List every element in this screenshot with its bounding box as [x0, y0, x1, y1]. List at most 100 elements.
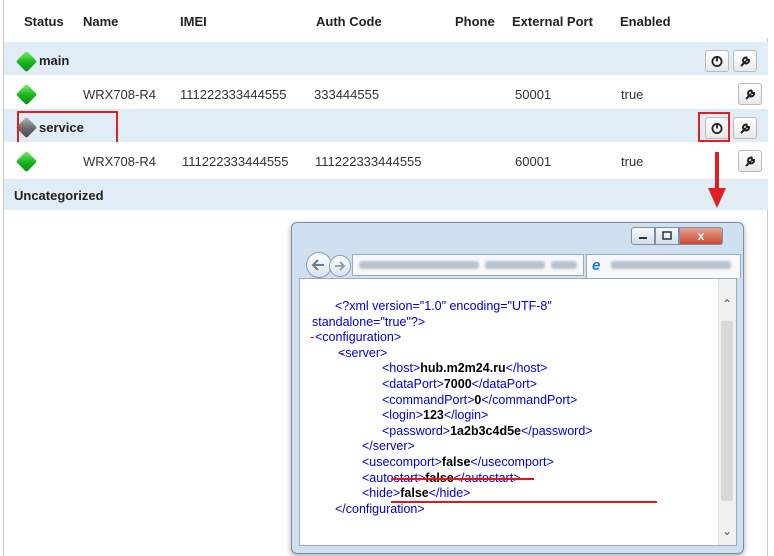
- address-bar[interactable]: [352, 254, 584, 276]
- highlight-power-button: [698, 112, 730, 142]
- ie-icon: e: [592, 257, 601, 274]
- status-green-icon: [15, 50, 38, 73]
- blurred-address-text: [551, 261, 577, 269]
- back-arrow-icon: [311, 259, 324, 271]
- wrench-icon: [740, 123, 750, 134]
- column-header-external-port[interactable]: External Port: [512, 14, 593, 29]
- maximize-button[interactable]: [655, 227, 679, 245]
- xml-line: <login>123</login>: [382, 408, 488, 422]
- group-row-uncategorized[interactable]: Uncategorized: [4, 180, 768, 210]
- xml-line: </configuration>: [335, 502, 425, 516]
- collapse-toggle[interactable]: -: [340, 346, 344, 360]
- xml-close-tag: </password>: [521, 423, 593, 438]
- column-header-phone[interactable]: Phone: [455, 14, 495, 29]
- power-icon: [711, 56, 723, 67]
- scroll-down-icon[interactable]: ⌄: [722, 524, 732, 538]
- device-auth-code: 111222333444555: [315, 154, 422, 169]
- xml-close-tag: </usecomport>: [470, 455, 554, 469]
- column-header-imei[interactable]: IMEI: [180, 14, 207, 29]
- close-icon: x: [697, 229, 705, 243]
- xml-value: hub.m2m24.ru: [420, 361, 506, 376]
- minimize-icon: [639, 237, 647, 239]
- device-enabled: true: [621, 87, 644, 102]
- xml-open-tag: </configuration>: [335, 501, 425, 516]
- browser-tab[interactable]: e: [586, 254, 741, 278]
- xml-open-tag: <host>: [382, 361, 421, 376]
- xml-line: standalone="true"?>: [312, 315, 425, 329]
- xml-value: false: [400, 486, 429, 501]
- settings-button[interactable]: [738, 83, 762, 105]
- vertical-scrollbar[interactable]: ⌃ ⌄: [718, 279, 736, 545]
- table-header: Status Name IMEI Auth Code Phone Externa…: [4, 0, 768, 38]
- device-external-port: 50001: [515, 87, 552, 102]
- arrow-down-icon: [708, 152, 726, 208]
- xml-line: - <server>: [338, 346, 387, 360]
- xml-line: </server>: [362, 439, 415, 453]
- xml-close-tag: </host>: [505, 361, 548, 376]
- xml-value: 7000: [443, 377, 472, 391]
- xml-open-tag: <configuration>: [315, 330, 402, 345]
- xml-open-tag: <?xml version="1.0" encoding="UTF-8": [335, 299, 552, 313]
- device-name: WRX708-R4: [83, 87, 156, 102]
- xml-content[interactable]: <?xml version="1.0" encoding="UTF-8" stan…: [299, 278, 737, 546]
- settings-button[interactable]: [738, 150, 762, 172]
- collapse-toggle[interactable]: -: [310, 330, 314, 344]
- xml-line: <host>hub.m2m24.ru</host>: [382, 361, 547, 375]
- xml-open-tag: <commandPort>: [382, 392, 475, 407]
- device-enabled: true: [621, 154, 644, 169]
- xml-value: 123: [423, 408, 444, 423]
- xml-close-tag: </login>: [443, 408, 489, 423]
- settings-button[interactable]: [733, 50, 757, 72]
- xml-line: <dataPort>7000</dataPort>: [382, 377, 537, 391]
- xml-line: <usecomport>false</usecomport>: [362, 455, 554, 469]
- scroll-up-icon[interactable]: ⌃: [722, 297, 732, 311]
- column-header-name[interactable]: Name: [83, 14, 118, 29]
- device-external-port: 60001: [515, 154, 552, 169]
- highlight-service-group: [17, 111, 118, 145]
- blurred-tab-title: [611, 261, 731, 269]
- underline-login: [391, 478, 534, 480]
- close-button[interactable]: x: [679, 227, 723, 245]
- forward-button[interactable]: [329, 255, 351, 277]
- power-button[interactable]: [705, 50, 729, 72]
- xml-open-tag: <usecomport>: [362, 455, 442, 469]
- group-name: Uncategorized: [14, 188, 104, 203]
- blurred-address-text: [359, 261, 479, 269]
- xml-line: <commandPort>0</commandPort>: [382, 393, 577, 407]
- xml-open-tag: <password>: [382, 423, 451, 438]
- column-header-enabled[interactable]: Enabled: [620, 14, 671, 29]
- minimize-button[interactable]: [631, 227, 655, 245]
- device-auth-code: 333444555: [314, 87, 380, 102]
- table-row[interactable]: WRX708-R4 111222333444555 333444555 5000…: [4, 75, 768, 113]
- column-header-status[interactable]: Status: [24, 14, 64, 29]
- maximize-icon: [662, 231, 672, 240]
- xml-close-tag: </dataPort>: [471, 377, 537, 391]
- xml-line: <?xml version="1.0" encoding="UTF-8": [335, 299, 552, 313]
- device-name: WRX708-R4: [83, 154, 156, 169]
- group-name: main: [39, 53, 70, 68]
- blurred-address-text: [485, 261, 545, 269]
- xml-open-tag: <hide>: [362, 486, 401, 501]
- xml-open-tag: <login>: [382, 408, 424, 423]
- device-imei: 111222333444555: [182, 154, 289, 169]
- wrench-icon: [745, 89, 755, 100]
- xml-value: 1a2b3c4d5e: [450, 423, 521, 438]
- xml-open-tag: </server>: [362, 439, 415, 454]
- xml-line: - <configuration>: [310, 330, 402, 345]
- xml-open-tag: <server>: [338, 345, 388, 360]
- xml-line: <hide>false</hide>: [362, 486, 470, 500]
- column-header-auth-code[interactable]: Auth Code: [316, 14, 382, 29]
- xml-close-tag: </commandPort>: [481, 392, 578, 407]
- xml-open-tag: <dataPort>: [382, 377, 444, 391]
- wrench-icon: [740, 56, 750, 67]
- xml-line: <password>1a2b3c4d5e</password>: [382, 424, 593, 438]
- table-row[interactable]: WRX708-R4 111222333444555 11122233344455…: [4, 142, 768, 180]
- forward-arrow-icon: [335, 261, 346, 271]
- settings-button[interactable]: [733, 117, 757, 139]
- wrench-icon: [745, 156, 755, 167]
- browser-window: x e <?xml version="1.0" encoding="UTF-8"…: [291, 222, 744, 554]
- device-imei: 111222333444555: [180, 87, 287, 102]
- underline-password: [391, 501, 657, 503]
- scrollbar-thumb[interactable]: [721, 321, 733, 501]
- xml-close-tag: </hide>: [428, 486, 471, 501]
